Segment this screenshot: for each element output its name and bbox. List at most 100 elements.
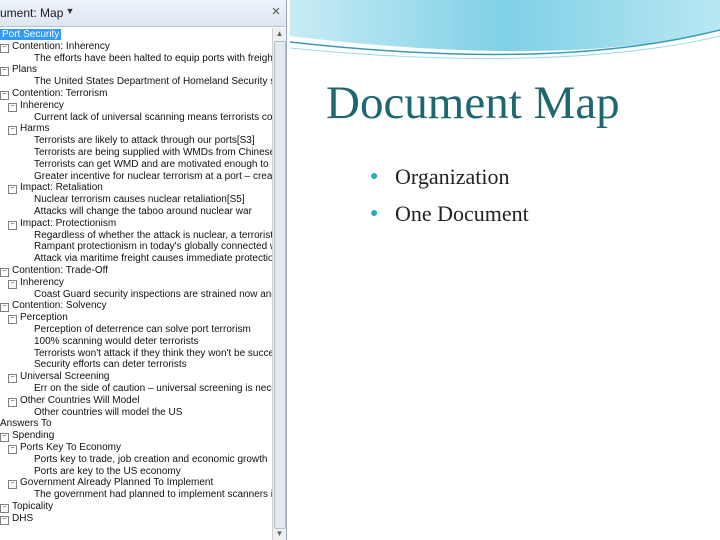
tree-item[interactable]: Nuclear terrorism causes nuclear retalia… <box>34 194 245 206</box>
tree-item[interactable]: Current lack of universal scanning means… <box>34 112 272 124</box>
collapse-icon[interactable]: − <box>8 374 17 384</box>
bullet-text: Organization <box>395 163 510 189</box>
tree-item[interactable]: − Plans <box>0 64 37 77</box>
tree-item[interactable]: Err on the side of caution – universal s… <box>34 383 272 395</box>
tree-item[interactable]: Terrorists are likely to attack through … <box>34 135 255 147</box>
tree-item[interactable]: Terrorists can get WMD and are motivated… <box>34 159 272 171</box>
tree-item[interactable]: Perception of deterrence can solve port … <box>34 324 251 336</box>
tree-item-label: Government Already Planned To Implement <box>20 477 214 489</box>
tree-item-label: The government had planned to implement … <box>34 489 272 501</box>
tree-item[interactable]: Port Security <box>0 29 62 41</box>
tree-item[interactable]: − Inherency <box>8 100 64 112</box>
tree-item-label: Greater incentive for nuclear terrorism … <box>34 170 272 182</box>
tree-item[interactable]: − Government Already Planned To Implement <box>8 477 214 490</box>
tree-item-label: Spending <box>12 430 55 442</box>
tree-item[interactable]: − Impact: Retaliation <box>8 182 103 195</box>
tree-item[interactable]: Rampant protectionism in today's globall… <box>34 241 272 253</box>
scroll-down-icon[interactable]: ▼ <box>273 528 286 540</box>
tree-item-label: Perception <box>20 312 68 324</box>
tree-item-label: Harms <box>20 123 50 135</box>
scroll-thumb[interactable] <box>274 41 286 529</box>
tree-item-label: Err on the side of caution – universal s… <box>34 383 272 394</box>
tree-item[interactable]: − Topicality <box>0 501 53 513</box>
tree-item[interactable]: − Perception <box>8 312 68 325</box>
tree-item-label: Coast Guard security inspections are str… <box>34 288 272 300</box>
tree-item[interactable]: The efforts have been halted to equip po… <box>34 53 272 65</box>
tree-item-label: Contention: Inherency <box>12 40 110 52</box>
tree-item[interactable]: − Harms <box>8 123 50 136</box>
collapse-icon[interactable]: − <box>8 315 17 325</box>
tree-item[interactable]: Attacks will change the taboo around nuc… <box>34 206 252 218</box>
collapse-icon[interactable]: − <box>8 279 17 289</box>
tree-item[interactable]: − Contention: Solvency <box>0 300 107 313</box>
tree-item-label: Other countries will model the US <box>34 406 183 418</box>
tree-item[interactable]: The government had planned to implement … <box>34 489 272 501</box>
tree-item[interactable]: − Contention: Terrorism <box>0 88 107 100</box>
tree-item-label: Ports key to trade, job creation and eco… <box>34 453 268 465</box>
bullet-list: ● Organization ● One Document <box>370 158 529 232</box>
collapse-icon[interactable]: − <box>8 220 17 230</box>
tree-item[interactable]: Ports are key to the US economy <box>34 466 181 478</box>
tree-item[interactable]: − Universal Screening <box>8 371 110 384</box>
tree-item[interactable]: Regardless of whether the attack is nucl… <box>34 230 272 242</box>
collapse-icon[interactable]: − <box>0 303 9 313</box>
tree-item[interactable]: Other countries will model the US <box>34 407 182 419</box>
tree-item-label: Terrorists are likely to attack through … <box>34 135 255 147</box>
tree-item[interactable]: Terrorists won't attack if they think th… <box>34 348 272 360</box>
tree-item[interactable]: Answers To <box>0 418 52 430</box>
tree-item[interactable]: 100% scanning would deter terrorists <box>34 336 199 348</box>
tree-item-label: 100% scanning would deter terrorists <box>34 335 199 347</box>
tree-item-label: Impact: Protectionism <box>20 217 117 229</box>
tree-item-label: Ports Key To Economy <box>20 442 121 453</box>
tree-item-label: Regardless of whether the attack is nucl… <box>34 229 272 241</box>
collapse-icon[interactable]: − <box>8 445 17 454</box>
tree-item[interactable]: The United States Department of Homeland… <box>34 76 272 88</box>
tree-item-label: Perception of deterrence can solve port … <box>34 324 251 335</box>
tree-item-label: Contention: Solvency <box>12 300 107 312</box>
tree-item[interactable]: Security efforts can deter terrorists <box>34 359 187 371</box>
tree-item[interactable]: − Inherency <box>8 277 64 289</box>
collapse-icon[interactable]: − <box>0 515 9 525</box>
collapse-icon[interactable]: − <box>0 67 9 77</box>
tree-item-label: Contention: Terrorism <box>12 88 108 99</box>
vertical-scrollbar[interactable]: ▲ ▼ <box>272 28 286 540</box>
bullet-item: ● Organization <box>370 158 529 195</box>
tree-item[interactable]: − Other Countries Will Model <box>8 395 139 407</box>
collapse-icon[interactable]: − <box>0 43 9 53</box>
tree-item[interactable]: Ports key to trade, job creation and eco… <box>34 454 267 466</box>
collapse-icon[interactable]: − <box>0 504 9 513</box>
tree-item[interactable]: − Impact: Protectionism <box>8 218 116 230</box>
tree-item-label: Answers To <box>0 418 52 430</box>
collapse-icon[interactable]: − <box>8 480 17 490</box>
tree-item-label: Rampant protectionism in today's globall… <box>34 241 272 253</box>
tree-item-label: Terrorists can get WMD and are motivated… <box>34 158 272 170</box>
tree-item[interactable]: − DHS <box>0 513 33 525</box>
tree-item-label: Port Security <box>0 29 62 40</box>
tree-item[interactable]: Greater incentive for nuclear terrorism … <box>34 171 272 183</box>
collapse-icon[interactable]: − <box>0 91 9 100</box>
tree-item[interactable]: Terrorists are being supplied with WMDs … <box>34 147 272 159</box>
collapse-icon[interactable]: − <box>8 397 17 407</box>
scroll-up-icon[interactable]: ▲ <box>273 28 286 40</box>
tree-item[interactable]: Coast Guard security inspections are str… <box>34 289 272 301</box>
tree-item-label: Other Countries Will Model <box>20 394 140 406</box>
pane-title: ument: Map <box>0 6 64 20</box>
tree-item-label: Ports are key to the US economy <box>34 465 181 477</box>
collapse-icon[interactable]: − <box>8 185 17 195</box>
collapse-icon[interactable]: − <box>0 268 9 277</box>
collapse-icon[interactable]: − <box>8 126 17 136</box>
tree-item[interactable]: − Ports Key To Economy <box>8 442 121 454</box>
close-icon[interactable]: × <box>268 3 284 21</box>
collapse-icon[interactable]: − <box>8 102 17 112</box>
tree-item[interactable]: Attack via maritime freight causes immed… <box>34 253 272 265</box>
slide-title: Document Map <box>326 77 620 129</box>
chevron-down-icon[interactable]: ▼ <box>64 6 76 20</box>
tree-item-label: Topicality <box>12 501 54 512</box>
tree-item[interactable]: − Spending <box>0 430 55 443</box>
tree-item[interactable]: − Contention: Inherency <box>0 41 110 53</box>
bullet-icon: ● <box>370 205 379 221</box>
tree-item-label: Inherency <box>20 99 64 111</box>
tree-item-label: Attacks will change the taboo around nuc… <box>34 206 252 217</box>
collapse-icon[interactable]: − <box>0 433 9 443</box>
tree-item[interactable]: − Contention: Trade-Off <box>0 265 108 277</box>
